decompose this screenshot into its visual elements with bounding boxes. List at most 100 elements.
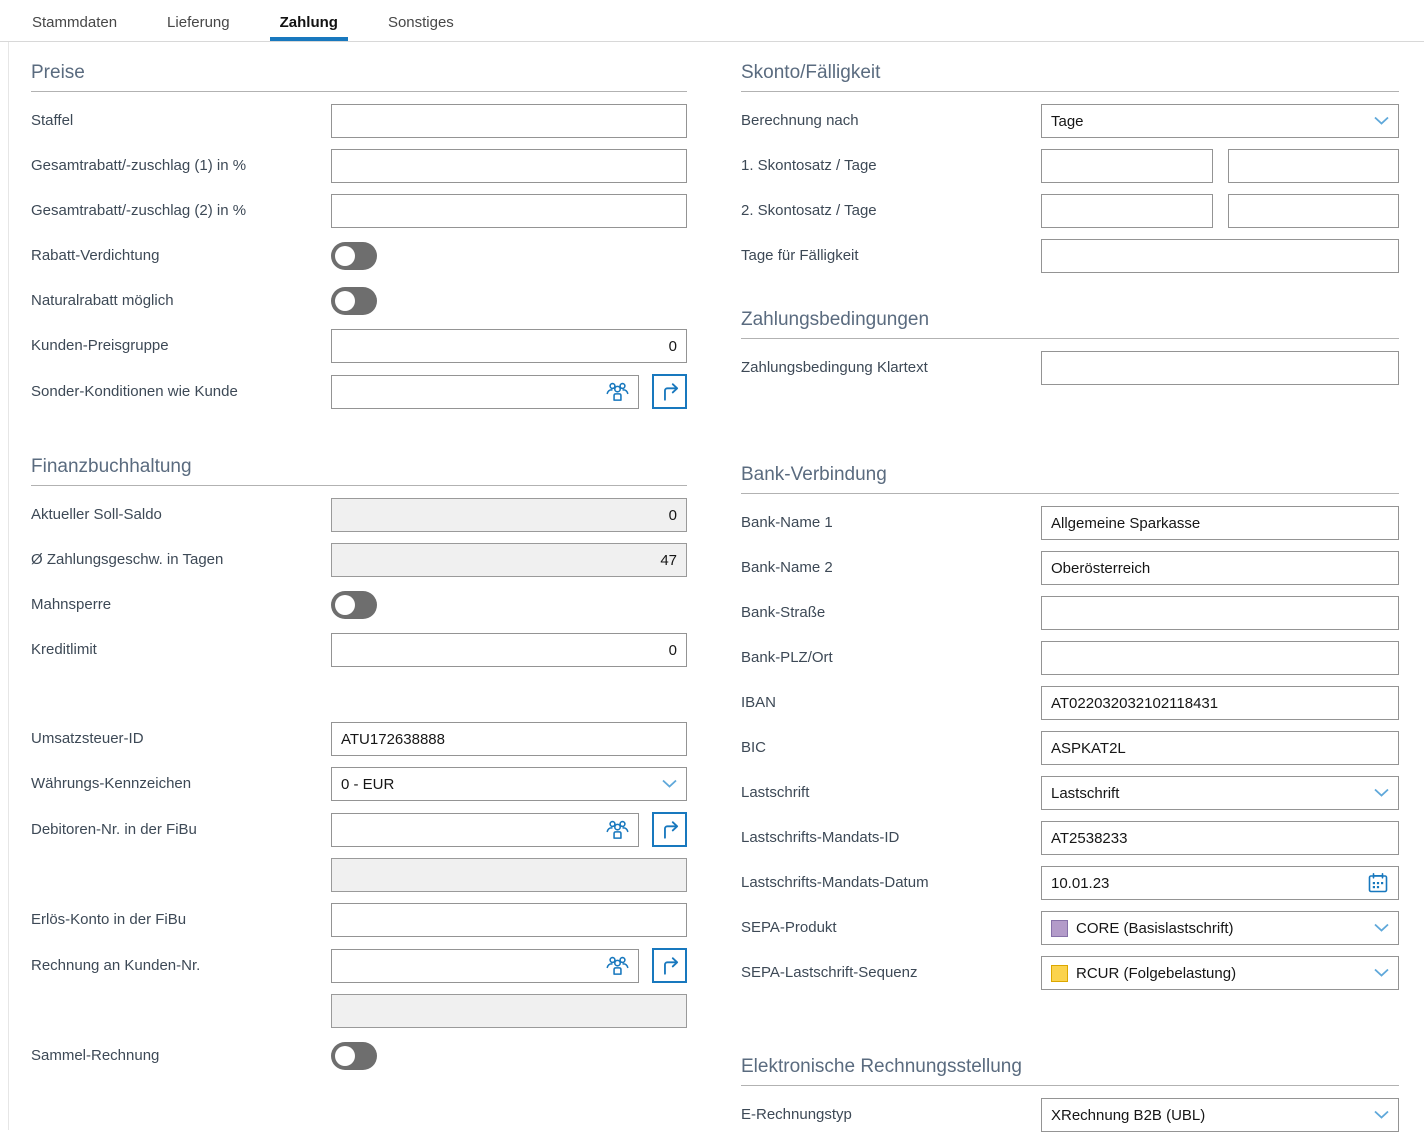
bank-name-1-label: Bank-Name 1 [741, 514, 1041, 532]
bic-label: BIC [741, 739, 1041, 757]
mandats-datum-input[interactable] [1041, 866, 1399, 900]
sepa-sequenz-select[interactable]: RCUR (Folgebelastung) [1041, 956, 1399, 990]
row-debitoren-nr: Debitoren-Nr. in der FiBu [31, 812, 687, 847]
toggle-knob [335, 1046, 355, 1066]
sepa-produkt-label: SEPA-Produkt [741, 919, 1041, 937]
row-iban: IBAN [741, 686, 1399, 720]
row-skonto1: 1. Skontosatz / Tage [741, 149, 1399, 183]
row-bank-plz-ort: Bank-PLZ/Ort [741, 641, 1399, 675]
mandats-datum-label: Lastschrifts-Mandats-Datum [741, 874, 1041, 892]
people-lookup-icon[interactable] [605, 818, 630, 841]
debitoren-nr-goto-button[interactable] [652, 812, 687, 847]
sepa-sequenz-swatch [1051, 965, 1068, 982]
bank-plz-ort-input[interactable] [1041, 641, 1399, 675]
sonder-konditionen-input[interactable] [331, 375, 639, 409]
people-lookup-icon[interactable] [605, 380, 630, 403]
tab-zahlung[interactable]: Zahlung [278, 5, 340, 41]
bank-name-2-input[interactable] [1041, 551, 1399, 585]
skonto2-satz-input[interactable] [1041, 194, 1213, 228]
people-lookup-icon[interactable] [605, 954, 630, 977]
chevron-down-icon [662, 780, 677, 789]
waehrung-select[interactable]: 0 - EUR [331, 767, 687, 801]
tab-bar: Stammdaten Lieferung Zahlung Sonstiges [0, 0, 1424, 41]
row-kreditlimit: Kreditlimit [31, 633, 687, 667]
skonto1-satz-input[interactable] [1041, 149, 1213, 183]
chevron-down-icon [1374, 969, 1389, 978]
section-title-bank-verbindung: Bank-Verbindung [741, 464, 1399, 494]
lastschrift-select[interactable]: Lastschrift [1041, 776, 1399, 810]
sepa-produkt-select[interactable]: CORE (Basislastschrift) [1041, 911, 1399, 945]
rabatt-verdichtung-toggle[interactable] [331, 242, 377, 270]
row-sonder-konditionen: Sonder-Konditionen wie Kunde [31, 374, 687, 409]
mandats-id-label: Lastschrifts-Mandats-ID [741, 829, 1041, 847]
row-bank-name-2: Bank-Name 2 [741, 551, 1399, 585]
skonto1-tage-input[interactable] [1228, 149, 1400, 183]
rechnung-an-goto-button[interactable] [652, 948, 687, 983]
zahlungsbedingung-klartext-input[interactable] [1041, 351, 1399, 385]
goto-arrow-icon [659, 819, 681, 841]
toggle-knob [335, 595, 355, 615]
gesamtrabatt-1-input[interactable] [331, 149, 687, 183]
kunden-preisgruppe-input[interactable] [331, 329, 687, 363]
erloes-konto-label: Erlös-Konto in der FiBu [31, 911, 331, 929]
bank-name-1-input[interactable] [1041, 506, 1399, 540]
iban-input[interactable] [1041, 686, 1399, 720]
bank-strasse-input[interactable] [1041, 596, 1399, 630]
sonder-konditionen-label: Sonder-Konditionen wie Kunde [31, 383, 331, 401]
sonder-konditionen-goto-button[interactable] [652, 374, 687, 409]
row-umsatzsteuer-id: Umsatzsteuer-ID [31, 722, 687, 756]
umsatzsteuer-id-input[interactable] [331, 722, 687, 756]
row-mandats-datum: Lastschrifts-Mandats-Datum [741, 866, 1399, 900]
debitoren-nr-input[interactable] [331, 813, 639, 847]
berechnung-nach-select[interactable]: Tage [1041, 104, 1399, 138]
chevron-down-icon [1374, 789, 1389, 798]
row-erloes-konto: Erlös-Konto in der FiBu [31, 903, 687, 937]
row-staffel: Staffel [31, 104, 687, 138]
row-bank-name-1: Bank-Name 1 [741, 506, 1399, 540]
naturalrabatt-toggle[interactable] [331, 287, 377, 315]
section-skonto: Skonto/Fälligkeit [741, 62, 1399, 92]
mahnsperre-toggle[interactable] [331, 591, 377, 619]
skonto2-tage-input[interactable] [1228, 194, 1400, 228]
sammel-rechnung-toggle[interactable] [331, 1042, 377, 1070]
section-bank-verbindung: Bank-Verbindung [741, 464, 1399, 494]
tage-faelligkeit-input[interactable] [1041, 239, 1399, 273]
debitoren-nr-label: Debitoren-Nr. in der FiBu [31, 821, 331, 839]
calendar-icon[interactable] [1366, 871, 1390, 895]
goto-arrow-icon [659, 381, 681, 403]
zahlungsgeschw-label: Ø Zahlungsgeschw. in Tagen [31, 551, 331, 569]
row-mandats-id: Lastschrifts-Mandats-ID [741, 821, 1399, 855]
tab-lieferung[interactable]: Lieferung [165, 5, 232, 41]
section-finanzbuchhaltung: Finanzbuchhaltung [31, 456, 687, 486]
row-naturalrabatt: Naturalrabatt möglich [31, 284, 687, 318]
row-berechnung-nach: Berechnung nach Tage [741, 104, 1399, 138]
toggle-knob [335, 246, 355, 266]
lastschrift-value: Lastschrift [1051, 785, 1119, 802]
sepa-produkt-value: CORE (Basislastschrift) [1076, 920, 1234, 937]
sepa-sequenz-value: RCUR (Folgebelastung) [1076, 965, 1236, 982]
bic-input[interactable] [1041, 731, 1399, 765]
zahlungsgeschw-input [331, 543, 687, 577]
rabatt-verdichtung-label: Rabatt-Verdichtung [31, 247, 331, 265]
section-erechnung: Elektronische Rechnungsstellung [741, 1056, 1399, 1086]
tab-stammdaten[interactable]: Stammdaten [30, 5, 119, 41]
gesamtrabatt-2-input[interactable] [331, 194, 687, 228]
berechnung-nach-label: Berechnung nach [741, 112, 1041, 130]
gesamtrabatt-1-label: Gesamtrabatt/-zuschlag (1) in % [31, 157, 331, 175]
left-column: Preise Staffel Gesamtrabatt/-zuschlag (1… [31, 42, 687, 1130]
row-gesamtrabatt-2: Gesamtrabatt/-zuschlag (2) in % [31, 194, 687, 228]
row-sammel-rechnung: Sammel-Rechnung [31, 1039, 687, 1073]
row-bank-strasse: Bank-Straße [741, 596, 1399, 630]
staffel-input[interactable] [331, 104, 687, 138]
kreditlimit-input[interactable] [331, 633, 687, 667]
tab-sonstiges[interactable]: Sonstiges [386, 5, 456, 41]
rechnung-an-input[interactable] [331, 949, 639, 983]
erloes-konto-input[interactable] [331, 903, 687, 937]
row-kunden-preisgruppe: Kunden-Preisgruppe [31, 329, 687, 363]
row-bic: BIC [741, 731, 1399, 765]
erechnungstyp-select[interactable]: XRechnung B2B (UBL) [1041, 1098, 1399, 1132]
berechnung-nach-value: Tage [1051, 113, 1084, 130]
mandats-id-input[interactable] [1041, 821, 1399, 855]
row-rechnung-an: Rechnung an Kunden-Nr. [31, 948, 687, 983]
row-sepa-produkt: SEPA-Produkt CORE (Basislastschrift) [741, 911, 1399, 945]
